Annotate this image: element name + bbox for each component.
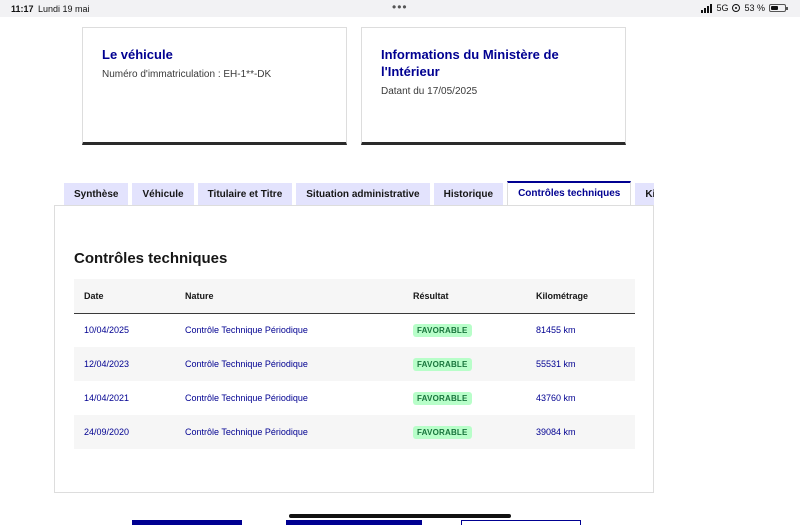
cell-mileage: 81455 km bbox=[536, 325, 576, 336]
status-badge: FAVORABLE bbox=[413, 323, 472, 337]
ministry-card-date: Datant du 17/05/2025 bbox=[381, 86, 478, 97]
status-badge: FAVORABLE bbox=[413, 391, 472, 405]
cell-date: 24/09/2020 bbox=[84, 427, 130, 437]
cell-nature: Contrôle Technique Périodique bbox=[185, 325, 308, 336]
status-badge: FAVORABLE bbox=[413, 357, 472, 371]
cell-mileage: 39084 km bbox=[536, 427, 576, 437]
status-time: 11:17 bbox=[11, 4, 34, 14]
home-indicator[interactable] bbox=[289, 514, 511, 518]
battery-percent: 53 % bbox=[744, 3, 765, 13]
vehicle-card-title: Le véhicule bbox=[102, 47, 173, 62]
battery-icon bbox=[769, 4, 788, 12]
table-header-row: Date Nature Résultat Kilométrage bbox=[74, 279, 635, 313]
table-row: 14/04/2021 Contrôle Technique Périodique… bbox=[74, 381, 635, 415]
network-label: 5G bbox=[716, 3, 729, 13]
technical-inspections-panel: Contrôles techniques Date Nature Résulta… bbox=[54, 205, 654, 493]
bottom-button-primary-2[interactable] bbox=[286, 520, 422, 525]
status-date: Lundi 19 mai bbox=[38, 4, 90, 14]
tab-titulaire-titre[interactable]: Titulaire et Titre bbox=[197, 183, 293, 206]
tab-synthese[interactable]: Synthèse bbox=[64, 183, 129, 206]
tab-bar: Synthèse Véhicule Titulaire et Titre Sit… bbox=[64, 181, 654, 206]
status-right: 5G 53 % bbox=[701, 3, 788, 13]
column-header-nature: Nature bbox=[185, 290, 214, 301]
tab-kilometrage[interactable]: Kilométrage bbox=[635, 183, 654, 206]
vehicle-card: Le véhicule Numéro d'immatriculation : E… bbox=[82, 27, 347, 145]
panel-title: Contrôles techniques bbox=[74, 250, 228, 267]
cell-date: 14/04/2021 bbox=[84, 393, 130, 403]
status-bar: 11:17 Lundi 19 mai ••• 5G 53 % bbox=[0, 0, 800, 17]
column-header-result: Résultat bbox=[413, 290, 449, 301]
cell-mileage: 55531 km bbox=[536, 359, 576, 369]
vehicle-card-registration: Numéro d'immatriculation : EH-1**-DK bbox=[102, 69, 272, 80]
cell-date: 12/04/2023 bbox=[84, 359, 130, 369]
cell-nature: Contrôle Technique Périodique bbox=[185, 427, 308, 437]
column-header-date: Date bbox=[84, 290, 104, 301]
tab-vehicule[interactable]: Véhicule bbox=[132, 183, 194, 206]
cell-nature: Contrôle Technique Périodique bbox=[185, 393, 308, 403]
cell-date: 10/04/2025 bbox=[84, 325, 130, 336]
cell-nature: Contrôle Technique Périodique bbox=[185, 359, 308, 369]
table-row: 12/04/2023 Contrôle Technique Périodique… bbox=[74, 347, 635, 381]
cell-result: FAVORABLE bbox=[403, 381, 526, 415]
cell-result: FAVORABLE bbox=[403, 313, 526, 347]
tab-controles-techniques[interactable]: Contrôles techniques bbox=[507, 181, 632, 206]
table-row: 24/09/2020 Contrôle Technique Périodique… bbox=[74, 415, 635, 449]
multitasking-dots-icon[interactable]: ••• bbox=[392, 0, 408, 14]
ministry-card-title: Informations du Ministère de l'Intérieur bbox=[381, 47, 559, 79]
cell-result: FAVORABLE bbox=[403, 415, 526, 449]
ministry-card: Informations du Ministère de l'Intérieur… bbox=[361, 27, 626, 145]
bottom-button-secondary[interactable] bbox=[461, 520, 581, 525]
tab-situation-administrative[interactable]: Situation administrative bbox=[296, 183, 430, 206]
column-header-mileage: Kilométrage bbox=[536, 290, 589, 301]
cell-mileage: 43760 km bbox=[536, 393, 576, 403]
bottom-button-primary-1[interactable] bbox=[132, 520, 242, 525]
table-row: 10/04/2025 Contrôle Technique Périodique… bbox=[74, 313, 635, 347]
status-badge: FAVORABLE bbox=[413, 425, 472, 439]
tab-historique[interactable]: Historique bbox=[433, 183, 504, 206]
signal-icon bbox=[701, 3, 713, 13]
location-icon bbox=[732, 4, 741, 12]
inspections-table: Date Nature Résultat Kilométrage 10/04/2… bbox=[74, 279, 635, 449]
cell-result: FAVORABLE bbox=[403, 347, 526, 381]
